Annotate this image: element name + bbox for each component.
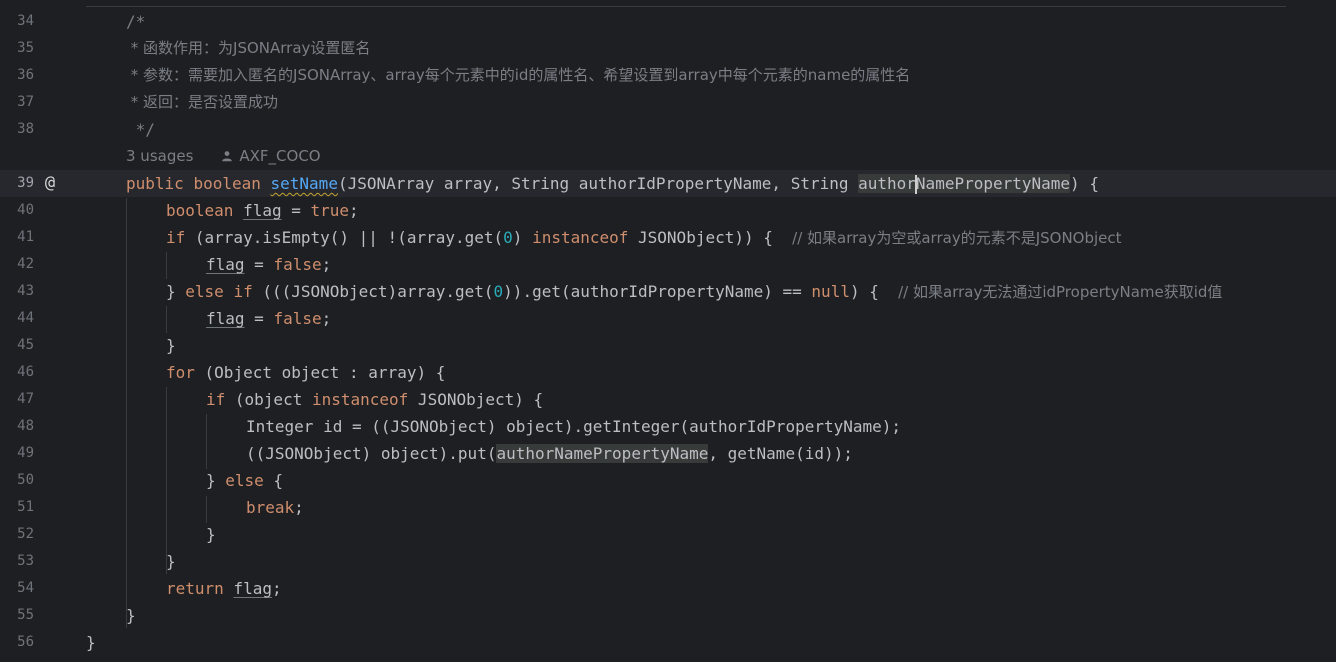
param-highlight: authorNamePropertyName [858,174,1071,194]
line-number: 34 [17,13,34,29]
code-line-54[interactable]: 54 return flag; [0,575,1336,602]
brace: } [126,606,136,625]
code-line-47[interactable]: 47 if (object instanceof JSONObject) { [0,386,1336,413]
code-line-50[interactable]: 50 } else { [0,467,1336,494]
comment-text: // 如果array无法通过idPropertyName获取id值 [898,283,1223,301]
line-number: 52 [17,526,34,542]
line-number: 40 [17,202,34,218]
code-line-51[interactable]: 51 break; [0,494,1336,521]
line-number: 37 [17,94,34,110]
code-line-48[interactable]: 48 Integer id = ((JSONObject) object).ge… [0,413,1336,440]
comment-text: * 返回：是否设置成功 [126,93,279,111]
line-number: 46 [17,364,34,380]
usage-highlight: authorNamePropertyName [496,444,709,463]
statement: return flag; [166,579,282,598]
keyword: boolean [193,174,261,193]
comment-text: * 参数：需要加入匿名的JSONArray、array每个元素中的id的属性名、… [126,66,911,84]
method-name: setName [270,174,338,193]
line-number: 43 [17,283,34,299]
code-line-40[interactable]: 40 boolean flag = true; [0,197,1336,224]
code-line-36[interactable]: 36 * 参数：需要加入匿名的JSONArray、array每个元素中的id的属… [0,62,1336,89]
line-number: 51 [17,499,34,515]
line-number: 56 [17,634,34,650]
code-line-53[interactable]: 53 } [0,548,1336,575]
statement: flag = false; [206,255,332,274]
line-number: 48 [17,418,34,434]
line-number: 47 [17,391,34,407]
brace: } [206,525,216,544]
code-line-42[interactable]: 42 flag = false; [0,251,1336,278]
code-line-41[interactable]: 41 if (array.isEmpty() || !(array.get(0)… [0,224,1336,251]
line-number: 54 [17,580,34,596]
code-line-49[interactable]: 49 ((JSONObject) object).put(authorNameP… [0,440,1336,467]
local-var-flag: flag [206,309,245,328]
line-number: 53 [17,553,34,569]
code-line-52[interactable]: 52 } [0,521,1336,548]
code-line-56[interactable]: 56 } [0,629,1336,656]
override-at-icon[interactable]: @ [40,170,60,197]
line-number: 35 [17,40,34,56]
statement: if (array.isEmpty() || !(array.get(0) in… [166,228,1122,247]
code-line-35[interactable]: 35 * 函数作用：为JSONArray设置匿名 [0,35,1336,62]
line-number: 55 [17,607,34,623]
code-line-39[interactable]: 39 @ public boolean setName(JSONArray ar… [0,170,1336,197]
line-number: 38 [17,121,34,137]
line-number: 45 [17,337,34,353]
comment-text: * 函数作用：为JSONArray设置匿名 [126,39,371,57]
inlay-hints-row: 3 usages AXF_COCO [0,143,1336,170]
statement: Integer id = ((JSONObject) object).getIn… [246,417,902,436]
folding-separator [86,6,1286,7]
local-var-flag: flag [243,201,282,220]
local-var-flag: flag [206,255,245,274]
signature-tail: ) { [1070,174,1099,193]
method-signature: public boolean setName(JSONArray array, … [126,170,1099,197]
line-number: 39 [17,175,34,191]
code-line-46[interactable]: 46 for (Object object : array) { [0,359,1336,386]
inlay-hints: 3 usages AXF_COCO [126,143,321,170]
statement: break; [246,498,304,517]
comment-text: /* [126,12,146,31]
line-number: 50 [17,472,34,488]
statement: } else { [206,471,284,490]
usages-hint[interactable]: 3 usages [126,147,193,165]
code-line-38[interactable]: 38 */ [0,116,1336,143]
params: (JSONArray array, String authorIdPropert… [337,174,859,193]
keyword: public [126,174,184,193]
line-number: 49 [17,445,34,461]
line-number: 44 [17,310,34,326]
comment-text: // 如果array为空或array的元素不是JSONObject [792,229,1122,247]
line-number: 41 [17,229,34,245]
code-line-43[interactable]: 43 } else if (((JSONObject)array.get(0))… [0,278,1336,305]
user-icon [222,151,233,162]
code-line-45[interactable]: 45 } [0,332,1336,359]
statement: flag = false; [206,309,332,328]
statement: boolean flag = true; [166,201,359,220]
code-line-37[interactable]: 37 * 返回：是否设置成功 [0,89,1336,116]
statement: ((JSONObject) object).put(authorNameProp… [246,444,853,463]
brace: } [166,336,176,355]
line-number: 42 [17,256,34,272]
statement: for (Object object : array) { [166,363,446,382]
brace: } [86,633,96,652]
code-line-44[interactable]: 44 flag = false; [0,305,1336,332]
author-hint[interactable]: AXF_COCO [239,147,320,165]
code-editor[interactable]: 34 /* 35 * 函数作用：为JSONArray设置匿名 36 * 参数：需… [0,0,1336,662]
local-var-flag: flag [233,579,272,598]
statement: if (object instanceof JSONObject) { [206,390,544,409]
statement: } else if (((JSONObject)array.get(0)).ge… [166,282,1223,301]
code-line-55[interactable]: 55 } [0,602,1336,629]
line-number: 36 [17,67,34,83]
comment-text: */ [126,120,155,139]
code-line-34[interactable]: 34 /* [0,8,1336,35]
brace: } [166,552,176,571]
